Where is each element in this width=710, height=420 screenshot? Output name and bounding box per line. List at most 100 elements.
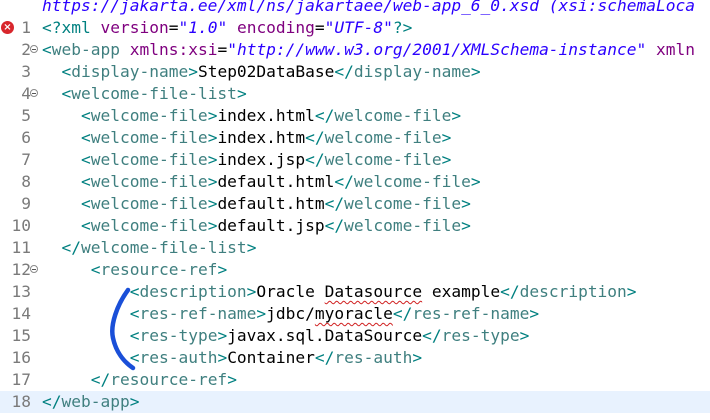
line-number: 5 [21, 106, 31, 125]
code-token: > [451, 106, 462, 125]
code-token: > [207, 194, 218, 213]
line-number: 12 [11, 260, 32, 279]
code-token: display-name [353, 62, 471, 81]
code-text: <welcome-file>default.jsp</welcome-file> [42, 215, 471, 237]
xml-code-editor[interactable]: https://jakarta.ee/xml/ns/jakartaee/web-… [0, 0, 710, 420]
code-line-14[interactable]: 14 <res-ref-name>jdbc/myoracle</res-ref-… [0, 303, 710, 325]
code-line-16[interactable]: 16 <res-auth>Container</res-auth> [0, 347, 710, 369]
fold-toggle-icon[interactable] [30, 89, 38, 97]
code-text: <welcome-file>index.jsp</welcome-file> [42, 149, 451, 171]
code-line-2[interactable]: 2 <web-app xmlns:xsi="http://www.w3.org/2… [0, 39, 710, 61]
code-line-18[interactable]: 18 </web-app> [0, 391, 710, 413]
code-token: > [246, 238, 257, 257]
code-line-6[interactable]: 6 <welcome-file>index.htm</welcome-file> [0, 127, 710, 149]
misspelled-token: Datasource [324, 282, 423, 301]
code-line-7[interactable]: 7 <welcome-file>index.jsp</welcome-file> [0, 149, 710, 171]
fold-toggle-icon[interactable] [30, 265, 38, 273]
code-token: index.jsp [217, 150, 306, 169]
line-number: 13 [11, 282, 32, 301]
code-line-4[interactable]: 4 <welcome-file-list> [0, 83, 710, 105]
line-number: 14 [11, 304, 32, 323]
fold-toggle-icon[interactable] [30, 45, 38, 53]
code-token: <? [42, 18, 62, 37]
code-token: > [461, 216, 471, 235]
code-token: </ [334, 172, 354, 191]
code-token: > [227, 370, 237, 389]
code-token: web-app [61, 392, 130, 411]
line-number: 16 [11, 348, 32, 367]
code-token: </ [422, 326, 442, 345]
code-token: "http://www.w3.org/2001/XMLSchema-instan… [227, 40, 647, 59]
code-token: welcome-file [90, 106, 208, 125]
code-token: "1.0" [178, 18, 228, 37]
code-line-1[interactable]: × 1 <?xml version="1.0" encoding="UTF-8"?> [0, 17, 710, 39]
code-token: javax.sql.DataSource [227, 326, 423, 345]
code-line-15[interactable]: 15 <res-type>javax.sql.DataSource</res-t… [0, 325, 710, 347]
code-token: welcome-file-list [71, 84, 237, 103]
schema-location-line[interactable]: https://jakarta.ee/xml/ns/jakartaee/web-… [0, 0, 710, 17]
code-line-5[interactable]: 5 <welcome-file>index.html</welcome-file… [0, 105, 710, 127]
code-token: > [441, 128, 452, 147]
line-number: 2 [21, 40, 31, 59]
code-token: description [139, 282, 247, 301]
code-token: < [129, 304, 140, 323]
code-token: > [207, 150, 218, 169]
code-token: > [441, 150, 452, 169]
code-text: <res-type>javax.sql.DataSource</res-type… [42, 325, 530, 347]
line-number: 11 [11, 238, 32, 257]
code-token: res-auth [139, 348, 218, 367]
code-token: Oracle [256, 282, 325, 301]
code-text: </resource-ref> [42, 369, 237, 391]
code-line-12[interactable]: 12 <resource-ref> [0, 259, 710, 281]
code-line-8[interactable]: 8 <welcome-file>default.html</welcome-fi… [0, 171, 710, 193]
misspelled-token: myoracle [314, 304, 393, 323]
line-number: 1 [21, 18, 31, 37]
code-token: encoding [227, 18, 315, 37]
code-token: res-type [441, 326, 520, 345]
code-token: > [129, 392, 140, 411]
code-token: > [529, 304, 540, 323]
code-token: welcome-file [324, 150, 442, 169]
code-token: resource-ref [100, 260, 218, 279]
code-text: </web-app> [42, 391, 139, 413]
code-token: > [217, 260, 228, 279]
code-token: > [256, 304, 267, 323]
code-text: <resource-ref> [42, 259, 227, 281]
code-token: < [80, 150, 91, 169]
line-number: 8 [21, 172, 31, 191]
code-token: > [188, 62, 198, 81]
code-token: default.html [217, 172, 335, 191]
code-token: res-auth [334, 348, 413, 367]
code-line-10[interactable]: 10 <welcome-file>default.jsp</welcome-fi… [0, 215, 710, 237]
code-token: "UTF-8" [324, 18, 393, 37]
code-token: < [129, 282, 140, 301]
code-token: welcome-file [90, 172, 208, 191]
code-token: > [461, 194, 471, 213]
code-text: <welcome-file-list> [42, 83, 247, 105]
code-token: description [519, 282, 627, 301]
code-token: > [207, 128, 218, 147]
code-line-17[interactable]: 17 </resource-ref> [0, 369, 710, 391]
code-token: version [90, 18, 169, 37]
code-line-11[interactable]: 11 </welcome-file-list> [0, 237, 710, 259]
code-line-9[interactable]: 9 <welcome-file>default.htm</welcome-fil… [0, 193, 710, 215]
code-token: welcome-file [90, 216, 208, 235]
code-token: < [42, 40, 52, 59]
code-token: = [314, 18, 325, 37]
code-token: > [217, 326, 228, 345]
code-token: < [129, 326, 140, 345]
code-token: > [217, 348, 228, 367]
code-token: display-name [71, 62, 189, 81]
code-line-3[interactable]: 3 <display-name>Step02DataBase</display-… [0, 61, 710, 83]
code-token: </ [90, 370, 111, 389]
code-token: > [626, 282, 637, 301]
code-line-13[interactable]: 13 <description>Oracle Datasource exampl… [0, 281, 710, 303]
